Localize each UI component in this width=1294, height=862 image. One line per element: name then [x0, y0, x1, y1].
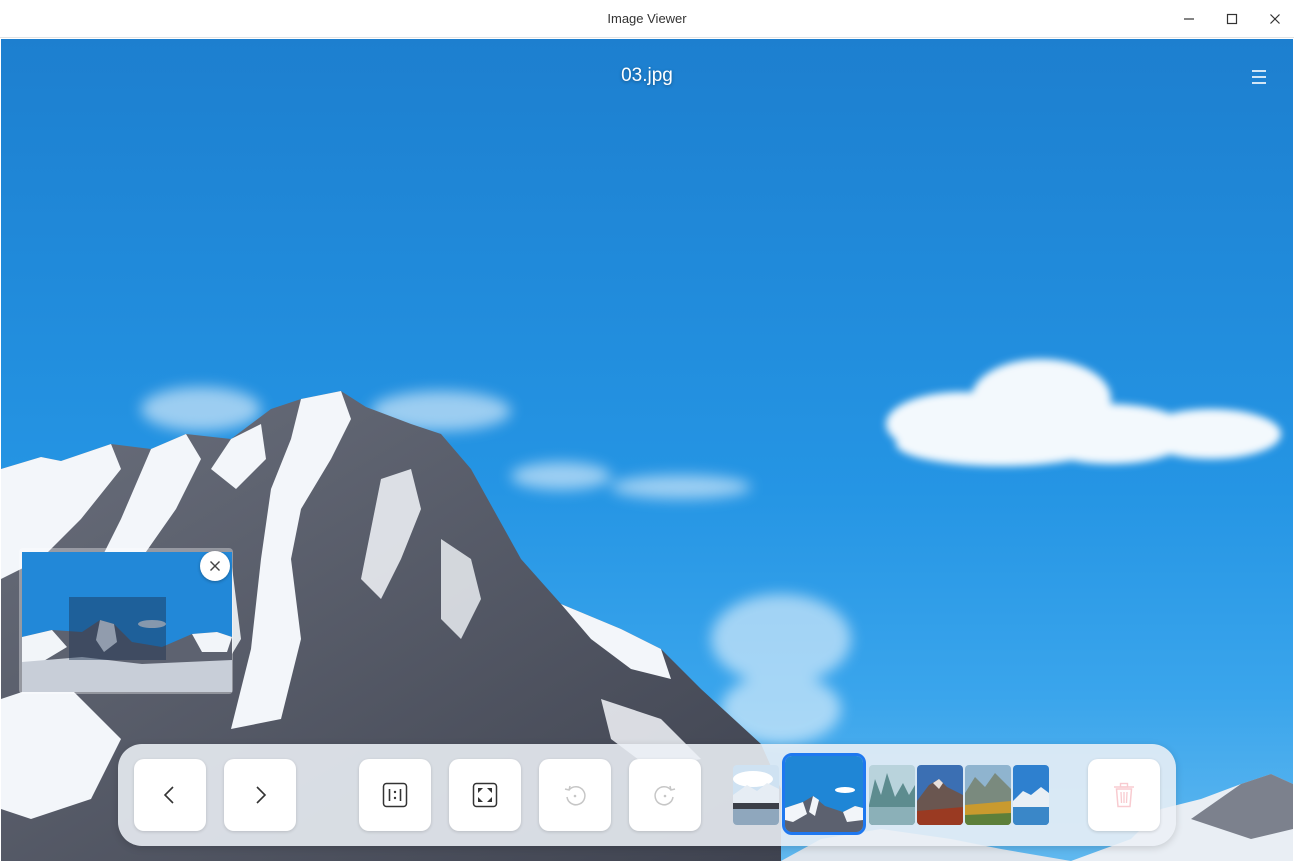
fit-window-button[interactable] [449, 759, 521, 831]
rotate-right-button[interactable] [629, 759, 701, 831]
close-button[interactable] [1254, 0, 1294, 38]
rotate-left-button[interactable] [539, 759, 611, 831]
minimize-icon [1184, 18, 1194, 20]
next-button[interactable] [224, 759, 296, 831]
close-icon [210, 561, 220, 571]
thumbnail-2[interactable] [782, 753, 866, 835]
chevron-left-icon [163, 786, 174, 804]
navigation-preview[interactable] [19, 548, 233, 694]
thumbnail-1-image [733, 765, 779, 825]
image-canvas[interactable]: 03.jpg [1, 39, 1293, 861]
maximize-icon [1226, 13, 1238, 25]
title-bar: Image Viewer [0, 0, 1294, 38]
maximize-button[interactable] [1211, 0, 1253, 38]
fit-to-window-icon [472, 782, 498, 808]
file-name-label: 03.jpg [621, 65, 673, 86]
window-title: Image Viewer [607, 11, 687, 26]
one-to-one-icon [382, 782, 408, 808]
thumbnail-4-image [917, 765, 963, 825]
thumbnail-1[interactable] [733, 765, 779, 825]
delete-button[interactable] [1088, 759, 1160, 831]
thumbnail-3-image [869, 765, 915, 825]
chevron-right-icon [256, 786, 267, 804]
mountain-photo [1, 359, 1293, 861]
bottom-toolbar [118, 744, 1176, 846]
thumbnail-6[interactable] [1013, 765, 1049, 825]
thumbnail-4[interactable] [917, 765, 963, 825]
navigation-close-button[interactable] [200, 551, 230, 581]
rotate-counterclockwise-icon [564, 785, 586, 806]
close-icon [1270, 14, 1280, 24]
viewport-rectangle [69, 597, 166, 660]
menu-button[interactable] [1249, 67, 1269, 87]
hamburger-menu-icon [1252, 70, 1266, 84]
thumbnail-5[interactable] [965, 765, 1011, 825]
thumbnail-3[interactable] [869, 765, 915, 825]
trash-icon [1114, 782, 1134, 808]
minimize-button[interactable] [1168, 0, 1210, 38]
thumbnail-6-image [1013, 765, 1049, 825]
previous-button[interactable] [134, 759, 206, 831]
original-size-button[interactable] [359, 759, 431, 831]
thumbnail-2-image [785, 756, 863, 832]
thumbnail-5-image [965, 765, 1011, 825]
navigation-thumbnail [22, 552, 232, 692]
rotate-clockwise-icon [654, 785, 676, 806]
